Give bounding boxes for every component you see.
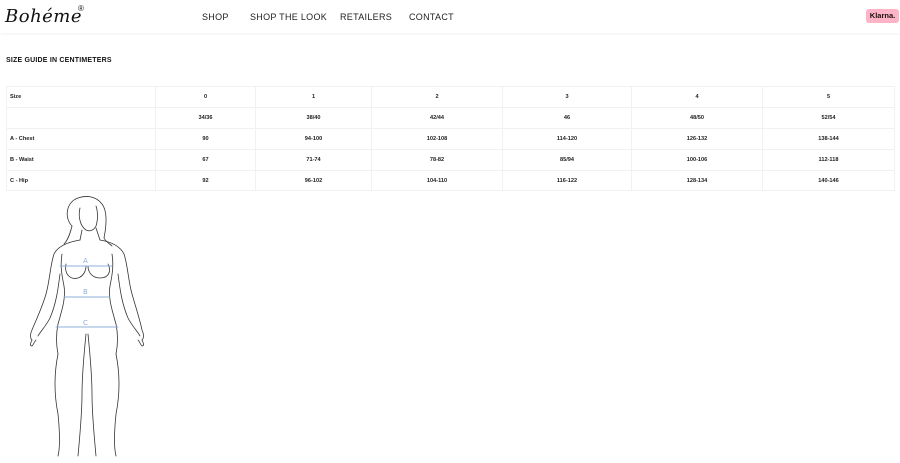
registered-mark: ®	[78, 4, 84, 13]
row-header-cell: C - Hip	[6, 170, 156, 192]
nav-contact[interactable]: CONTACT	[409, 12, 454, 22]
neck-right	[95, 227, 101, 241]
table-cell: 90	[155, 128, 256, 150]
nav-shop-the-look[interactable]: SHOP THE LOOK	[250, 12, 327, 22]
table-cell: 85/94	[502, 149, 632, 171]
left-hand	[30, 339, 37, 347]
table-cell: 3	[502, 86, 632, 108]
table-cell: 4	[631, 86, 763, 108]
table-cell: 92	[155, 170, 256, 192]
hair-left	[63, 225, 73, 245]
table-cell: 52/54	[762, 107, 895, 129]
hair-outline	[66, 196, 113, 247]
table-cell: 116-122	[502, 170, 632, 192]
neck-left	[79, 229, 83, 241]
table-cell: 112-118	[762, 149, 895, 171]
table-cell: 94-100	[255, 128, 372, 150]
size-guide-title: SIZE GUIDE IN CENTIMETERS	[6, 57, 112, 64]
table-cell: 140-146	[762, 170, 895, 192]
chest-label: A	[83, 257, 88, 265]
size-guide-table: Size 0 1 2 3 4 5 34/36 38/40 42/44 46 48/50 52/54 A -…	[6, 86, 895, 192]
left-arm-outer	[30, 239, 81, 341]
torso-left	[56, 253, 65, 355]
brand-logo[interactable]: Bohéme	[5, 6, 82, 27]
waist-label: B	[83, 288, 88, 296]
leg-right-outer	[114, 353, 120, 457]
row-header-cell: B - Waist	[6, 149, 156, 171]
table-cell: 48/50	[631, 107, 763, 129]
table-cell: 1	[255, 86, 372, 108]
table-cell: 46	[502, 107, 632, 129]
table-cell: 114-120	[502, 128, 632, 150]
table-cell: 126-132	[631, 128, 763, 150]
table-cell: 2	[371, 86, 503, 108]
table-cell: 38/40	[255, 107, 372, 129]
table-cell: 102-108	[371, 128, 503, 150]
face-outline	[78, 205, 98, 232]
leg-inner-right	[87, 333, 97, 457]
table-cell: 34/36	[155, 107, 256, 129]
leg-left-outer	[54, 353, 60, 457]
table-cell: 138-144	[762, 128, 895, 150]
table-row: A - Chest 90 94-100 102-108 114-120 126-132 13…	[6, 128, 895, 150]
table-cell: 0	[155, 86, 256, 108]
torso-right	[109, 253, 118, 355]
table-cell: 5	[762, 86, 895, 108]
row-header-cell	[6, 107, 156, 129]
table-cell: 96-102	[255, 170, 372, 192]
hip-label: C	[83, 319, 88, 327]
site-header: Bohéme ® SHOP SHOP THE LOOK RETAILERS CO…	[0, 0, 900, 33]
table-cell: 42/44	[371, 107, 503, 129]
right-arm-outer	[99, 239, 144, 341]
table-row: C - Hip 92 96-102 104-110 116-122 128-134 140-…	[6, 170, 895, 192]
table-cell: 104-110	[371, 170, 503, 192]
table-cell: 128-134	[631, 170, 763, 192]
nav-shop[interactable]: SHOP	[202, 12, 229, 22]
nav-retailers[interactable]: RETAILERS	[340, 12, 392, 22]
row-header-cell: A - Chest	[6, 128, 156, 150]
table-cell: 71-74	[255, 149, 372, 171]
body-measurement-figure: A B C	[30, 196, 144, 457]
table-cell: 100-106	[631, 149, 763, 171]
table-row: B - Waist 67 71-74 78-82 85/94 100-106 112-118	[6, 149, 895, 171]
klarna-badge[interactable]: Klarna.	[866, 9, 899, 23]
table-row: 34/36 38/40 42/44 46 48/50 52/54	[6, 107, 895, 129]
table-cell: 78-82	[371, 149, 503, 171]
right-hand	[137, 339, 144, 347]
right-arm-inner	[117, 273, 141, 337]
row-header-cell: Size	[6, 86, 156, 108]
leg-inner-left	[77, 333, 87, 457]
table-row: Size 0 1 2 3 4 5	[6, 86, 895, 108]
table-cell: 67	[155, 149, 256, 171]
